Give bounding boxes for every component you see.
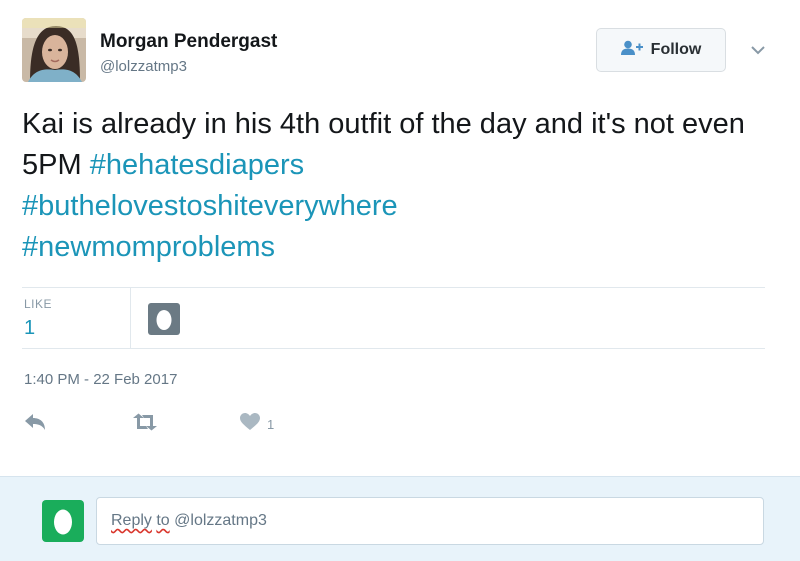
like-action[interactable]: 1 [240,412,274,436]
reply-placeholder-to: to [156,512,170,529]
reply-action[interactable] [24,412,46,436]
add-user-icon [620,40,643,61]
follow-button[interactable]: Follow [596,28,726,72]
tweet-timestamp[interactable]: 1:40 PM - 22 Feb 2017 [24,371,177,388]
hashtag-link[interactable]: #buthelovestoshiteverywhere [22,190,398,222]
hashtag-link[interactable]: #hehatesdiapers [90,149,304,181]
heart-icon [240,412,260,436]
more-options-chevron-down-icon[interactable] [748,40,768,60]
stats-top-divider [22,287,765,288]
retweet-icon [132,413,158,436]
egg-avatar-icon [42,500,84,542]
egg-avatar-icon [148,303,180,335]
user-handle[interactable]: @lolzzatmp3 [100,58,187,75]
retweet-action[interactable] [132,412,158,436]
like-count: 1 [267,416,275,432]
likes-stat-count[interactable]: 1 [24,317,35,340]
likes-stat-label: LIKE [24,297,53,311]
reply-placeholder-handle: @lolzzatmp3 [169,512,267,529]
tweet-text: Kai is already in his 4th outfit of the … [22,104,782,268]
stats-vertical-divider [130,288,131,348]
user-display-name[interactable]: Morgan Pendergast [100,31,277,53]
profile-avatar[interactable] [22,18,86,82]
stats-bottom-divider [22,348,765,349]
reply-input[interactable]: Reply to @lolzzatmp3 [96,497,764,545]
hashtag-link[interactable]: #newmomproblems [22,231,275,263]
reply-placeholder-reply: Reply [111,512,152,529]
liker-avatar[interactable] [148,303,180,335]
reply-arrow-icon [24,413,46,436]
current-user-avatar [42,500,84,542]
follow-button-label: Follow [650,41,702,58]
profile-photo [22,18,86,82]
